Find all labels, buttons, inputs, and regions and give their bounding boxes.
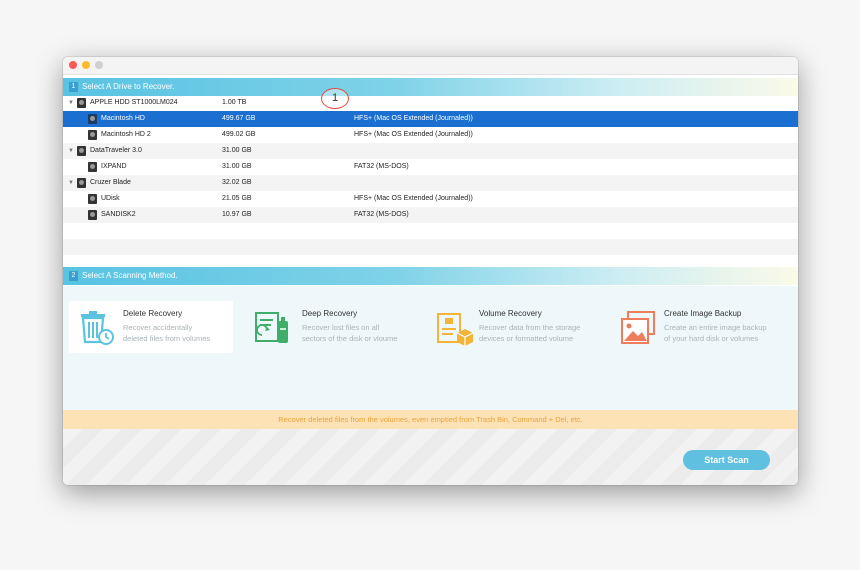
app-window: 1 Select A Drive to Recover. ▼ APPLE HDD …: [63, 57, 798, 485]
trash-clock-icon: [81, 311, 114, 345]
drive-name: APPLE HDD ST1000LM024: [90, 99, 178, 106]
drive-filesystem: FAT32 (MS-DOS): [354, 163, 409, 170]
section-title: Select A Scanning Method.: [82, 271, 178, 280]
drive-row[interactable]: ▼ DataTraveler 3.0 31.00 GB: [63, 143, 798, 159]
close-window-button[interactable]: [69, 61, 77, 69]
drive-name: Macintosh HD: [101, 115, 145, 122]
method-volume-recovery[interactable]: Volume Recovery Recover data from the st…: [431, 301, 603, 353]
section-header-drive: 1 Select A Drive to Recover.: [63, 78, 798, 96]
drive-name: Macintosh HD 2: [101, 131, 151, 138]
drive-name: SANDISK2: [101, 211, 136, 218]
step-marker: 1: [321, 88, 349, 109]
method-create-image-backup[interactable]: Create Image Backup Create an entire ima…: [615, 301, 795, 353]
drive-size: 31.00 GB: [222, 147, 252, 154]
volume-row[interactable]: SANDISK2 10.97 GB FAT32 (MS-DOS): [63, 207, 798, 223]
zoom-window-button[interactable]: [95, 61, 103, 69]
start-scan-button[interactable]: Start Scan: [683, 450, 770, 470]
volume-icon: [88, 162, 97, 172]
section-header-method: 2 Select A Scanning Method.: [63, 267, 798, 285]
method-info-banner: Recover deleted files from the volumes, …: [63, 410, 798, 429]
method-title: Deep Recovery: [302, 309, 358, 318]
method-description: Create an entire image backup of your har…: [664, 323, 767, 343]
method-deep-recovery[interactable]: Deep Recovery Recover lost files on all s…: [247, 301, 423, 353]
drive-filesystem: HFS+ (Mac OS Extended (Journaled)): [354, 195, 473, 202]
hard-drive-icon: [77, 98, 86, 108]
minimize-window-button[interactable]: [82, 61, 90, 69]
method-title: Volume Recovery: [479, 309, 542, 318]
volume-row[interactable]: Macintosh HD 2 499.02 GB HFS+ (Mac OS Exte…: [63, 127, 798, 143]
method-title: Delete Recovery: [123, 309, 183, 318]
empty-row: [63, 223, 798, 239]
image-backup-icon: [621, 311, 655, 344]
volume-row[interactable]: UDisk 21.05 GB HFS+ (Mac OS Extended (Jour…: [63, 191, 798, 207]
scan-methods: Delete Recovery Recover accidentally dele…: [63, 286, 798, 410]
drive-name: UDisk: [101, 195, 120, 202]
drive-size: 499.67 GB: [222, 115, 256, 122]
disclosure-triangle-icon[interactable]: ▼: [68, 95, 74, 111]
drive-name: DataTraveler 3.0: [90, 147, 142, 154]
volume-icon: [88, 210, 97, 220]
drive-row[interactable]: ▼ Cruzer Blade 32.02 GB: [63, 175, 798, 191]
titlebar: [63, 57, 798, 75]
drive-size: 499.02 GB: [222, 131, 256, 138]
section-number: 2: [69, 271, 78, 281]
section-number: 1: [69, 82, 78, 92]
drive-size: 1.00 TB: [222, 99, 247, 106]
drive-filesystem: HFS+ (Mac OS Extended (Journaled)): [354, 115, 473, 122]
drive-list: ▼ APPLE HDD ST1000LM024 1.00 TB Macintosh H…: [63, 95, 798, 295]
section-title: Select A Drive to Recover.: [82, 82, 175, 91]
method-title: Create Image Backup: [664, 309, 742, 318]
hard-drive-icon: [77, 178, 86, 188]
volume-row[interactable]: Macintosh HD 499.67 GB HFS+ (Mac OS Extend…: [63, 111, 798, 127]
volume-icon: [88, 130, 97, 140]
volume-row[interactable]: IXPAND 31.00 GB FAT32 (MS-DOS): [63, 159, 798, 175]
hard-drive-icon: [77, 146, 86, 156]
method-description: Recover accidentally deleted files from v…: [123, 323, 211, 343]
drive-row[interactable]: ▼ APPLE HDD ST1000LM024 1.00 TB: [63, 95, 798, 111]
document-scan-icon: [255, 312, 288, 343]
drive-name: Cruzer Blade: [90, 179, 131, 186]
volume-icon: [88, 114, 97, 124]
drive-filesystem: FAT32 (MS-DOS): [354, 211, 409, 218]
drive-size: 21.05 GB: [222, 195, 252, 202]
disclosure-triangle-icon[interactable]: ▼: [68, 175, 74, 191]
drive-name: IXPAND: [101, 163, 127, 170]
method-delete-recovery[interactable]: Delete Recovery Recover accidentally dele…: [69, 301, 233, 353]
method-description: Recover lost files on all sectors of the …: [302, 323, 398, 343]
method-description: Recover data from the storage devices or …: [479, 323, 581, 343]
disclosure-triangle-icon[interactable]: ▼: [68, 143, 74, 159]
drive-size: 10.97 GB: [222, 211, 252, 218]
footer-area: Start Scan: [63, 429, 798, 485]
drive-filesystem: HFS+ (Mac OS Extended (Journaled)): [354, 131, 473, 138]
drive-size: 31.00 GB: [222, 163, 252, 170]
empty-row: [63, 239, 798, 255]
volume-icon: [88, 194, 97, 204]
volume-box-icon: [437, 313, 473, 346]
drive-size: 32.02 GB: [222, 179, 252, 186]
